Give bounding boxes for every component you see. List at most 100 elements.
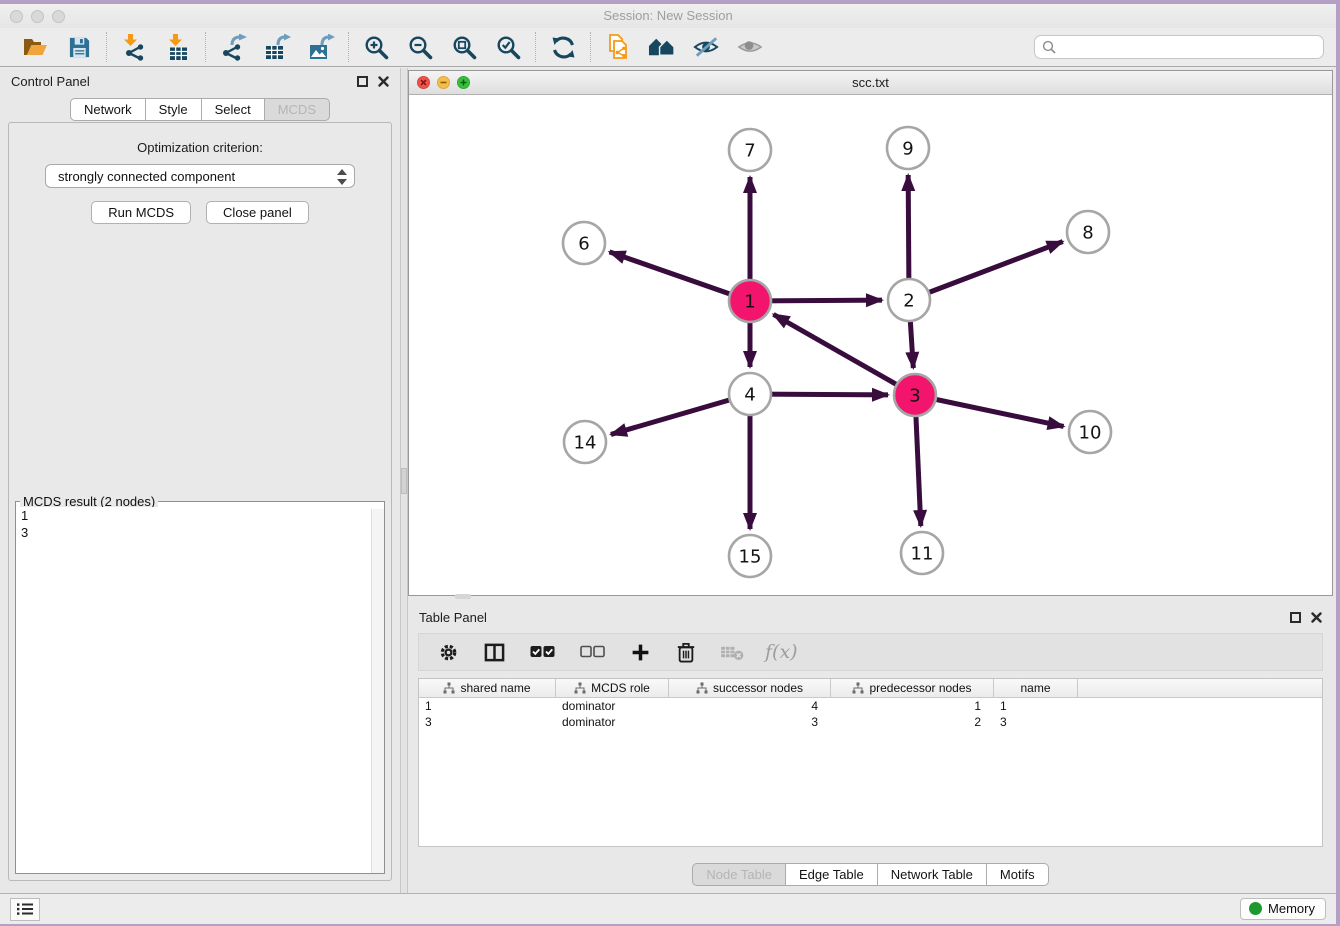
search-input[interactable]	[1061, 39, 1316, 56]
memory-button[interactable]: Memory	[1240, 898, 1326, 920]
graph-node-11[interactable]: 11	[901, 532, 943, 574]
control-panel-tabs: NetworkStyleSelectMCDS	[0, 98, 400, 121]
delete-columns-button[interactable]	[673, 639, 699, 665]
horizontal-splitter-handle[interactable]	[455, 594, 471, 599]
main-toolbar	[0, 28, 1336, 67]
tab-node-table[interactable]: Node Table	[692, 863, 786, 886]
graph-node-4[interactable]: 4	[729, 373, 771, 415]
close-panel-button[interactable]: Close panel	[206, 201, 309, 224]
graph-node-15[interactable]: 15	[729, 535, 771, 577]
window-minimize-button[interactable]	[31, 10, 44, 23]
tab-edge-table[interactable]: Edge Table	[786, 863, 878, 886]
vertical-splitter[interactable]	[400, 68, 408, 893]
network-canvas[interactable]: 1 2 3 4 6 7 8 9 10 11 14 15	[409, 95, 1332, 595]
graph-node-9[interactable]: 9	[887, 127, 929, 169]
network-window-titlebar[interactable]: scc.txt	[409, 71, 1332, 95]
tab-select[interactable]: Select	[202, 98, 265, 121]
eye-slash-icon	[692, 35, 720, 59]
graph-node-14[interactable]: 14	[564, 421, 606, 463]
graph-edge-3-1[interactable]	[773, 314, 915, 395]
column-header-mcds-role[interactable]: MCDS role	[556, 679, 669, 697]
apply-layout-button[interactable]	[549, 33, 577, 61]
function-builder-button[interactable]: f(x)	[765, 641, 798, 663]
vertical-splitter-handle[interactable]	[401, 468, 407, 494]
zoom-out-icon	[407, 34, 434, 61]
zoom-out-button[interactable]	[406, 33, 434, 61]
close-panel-icon[interactable]	[378, 76, 389, 87]
table-settings-button[interactable]	[435, 639, 461, 665]
graph-node-label: 1	[744, 292, 755, 313]
graph-node-7[interactable]: 7	[729, 129, 771, 171]
control-panel: Control Panel NetworkStyleSelectMCDS Opt…	[0, 68, 400, 893]
graph-node-label: 6	[578, 234, 589, 255]
network-close-button[interactable]	[417, 76, 430, 89]
graph-edge-1-6[interactable]	[609, 252, 750, 301]
column-header-name[interactable]: name	[994, 679, 1078, 697]
cell-predecessor-nodes: 2	[831, 715, 994, 729]
network-graph[interactable]: 1 2 3 4 6 7 8 9 10 11 14 15	[409, 95, 1332, 595]
criterion-dropdown[interactable]: strongly connected component	[45, 164, 355, 188]
zoom-fit-icon	[451, 34, 478, 61]
delete-table-button[interactable]	[719, 639, 745, 665]
table-row[interactable]: 1dominator411	[419, 698, 1322, 714]
import-network-button[interactable]	[120, 33, 148, 61]
show-columns-button[interactable]	[481, 639, 507, 665]
open-session-button[interactable]	[21, 33, 49, 61]
graph-node-2[interactable]: 2	[888, 279, 930, 321]
export-image-button[interactable]	[307, 33, 335, 61]
tab-network[interactable]: Network	[70, 98, 146, 121]
first-neighbors-button[interactable]	[648, 33, 676, 61]
export-table-button[interactable]	[263, 33, 291, 61]
float-table-panel-icon[interactable]	[1290, 612, 1301, 623]
graph-node-1[interactable]: 1	[729, 280, 771, 322]
network-zoom-button[interactable]	[457, 76, 470, 89]
tab-mcds[interactable]: MCDS	[265, 98, 330, 121]
graph-node-6[interactable]: 6	[563, 222, 605, 264]
new-network-files-icon	[604, 33, 632, 61]
memory-label: Memory	[1268, 901, 1315, 916]
hide-selected-button[interactable]	[692, 33, 720, 61]
zoom-in-button[interactable]	[362, 33, 390, 61]
table-row[interactable]: 3dominator323	[419, 714, 1322, 730]
column-header-shared-name[interactable]: shared name	[419, 679, 556, 697]
zoom-fit-button[interactable]	[450, 33, 478, 61]
eye-icon	[736, 35, 764, 59]
new-network-from-selection-button[interactable]	[604, 33, 632, 61]
tab-style[interactable]: Style	[146, 98, 202, 121]
result-scrollbar[interactable]	[371, 509, 384, 873]
select-all-columns-button[interactable]	[527, 639, 557, 665]
graph-edge-3-10[interactable]	[915, 395, 1064, 426]
graph-node-10[interactable]: 10	[1069, 411, 1111, 453]
graph-node-label: 9	[902, 139, 913, 160]
save-session-button[interactable]	[65, 33, 93, 61]
window-close-button[interactable]	[10, 10, 23, 23]
task-history-button[interactable]	[10, 898, 40, 921]
column-header-predecessor-nodes[interactable]: predecessor nodes	[831, 679, 994, 697]
graph-edge-2-8[interactable]	[909, 242, 1063, 300]
tab-motifs[interactable]: Motifs	[987, 863, 1049, 886]
search-box[interactable]	[1034, 35, 1324, 59]
columns-icon	[484, 642, 505, 663]
table-panel-header: Table Panel	[408, 604, 1333, 630]
column-header-successor-nodes[interactable]: successor nodes	[669, 679, 831, 697]
float-panel-icon[interactable]	[357, 76, 368, 87]
export-network-button[interactable]	[219, 33, 247, 61]
import-table-button[interactable]	[164, 33, 192, 61]
show-all-button[interactable]	[736, 33, 764, 61]
window-zoom-button[interactable]	[52, 10, 65, 23]
mcds-result-list[interactable]: 13	[16, 507, 384, 873]
graph-node-3[interactable]: 3	[894, 374, 936, 416]
export-table-icon	[264, 34, 291, 61]
unselect-all-columns-button[interactable]	[577, 639, 607, 665]
graph-node-8[interactable]: 8	[1067, 211, 1109, 253]
criterion-value: strongly connected component	[58, 169, 235, 184]
search-icon	[1042, 40, 1056, 54]
close-table-panel-icon[interactable]	[1311, 612, 1322, 623]
run-mcds-button[interactable]: Run MCDS	[91, 201, 191, 224]
zoom-selected-button[interactable]	[494, 33, 522, 61]
dropdown-stepper-icon	[337, 168, 347, 186]
add-column-button[interactable]	[627, 639, 653, 665]
network-minimize-button[interactable]	[437, 76, 450, 89]
tab-network-table[interactable]: Network Table	[878, 863, 987, 886]
houses-icon	[648, 35, 676, 59]
